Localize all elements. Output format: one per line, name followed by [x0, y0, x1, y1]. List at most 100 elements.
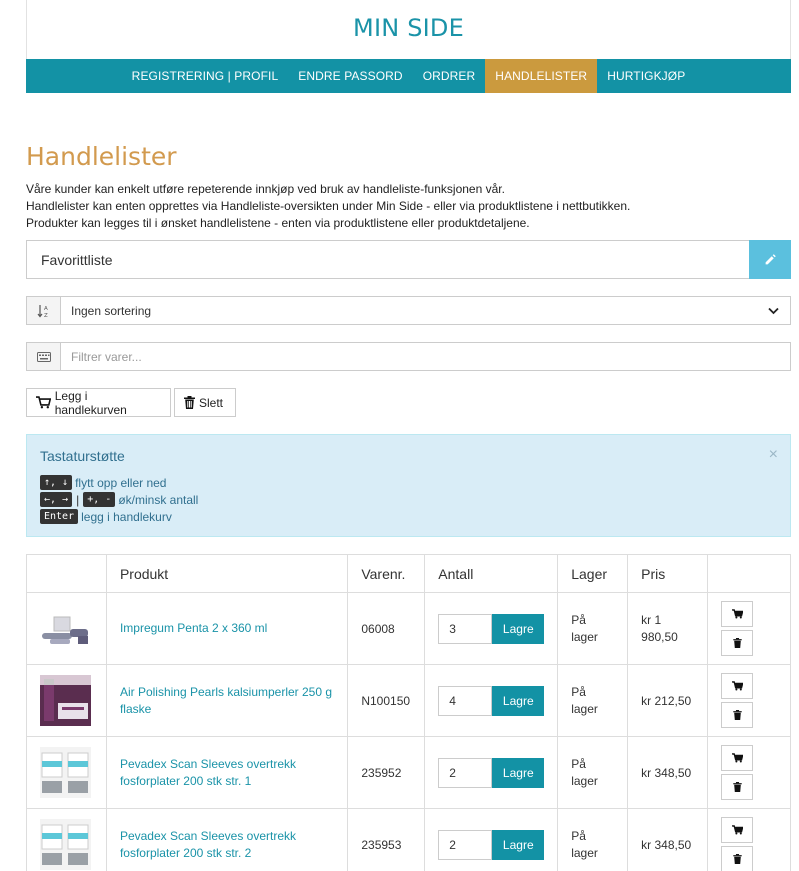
column-header-varenr: Varenr.	[347, 554, 426, 593]
key-enter: Enter	[40, 509, 79, 524]
cart-icon	[36, 396, 51, 409]
product-image-cell	[26, 592, 107, 665]
product-image-cell	[26, 808, 107, 871]
cart-icon	[731, 681, 743, 691]
row-add-to-cart-button[interactable]	[721, 601, 754, 627]
delete-button[interactable]: Slett	[174, 388, 236, 417]
product-price: kr 348,50	[627, 736, 709, 809]
product-link[interactable]: Air Polishing Pearls kalsiumperler 250 g…	[120, 684, 347, 718]
intro-line: Våre kunder kan enkelt utføre repeterend…	[26, 182, 505, 196]
trash-icon	[732, 710, 742, 720]
nav-item-hurtigkjop[interactable]: HURTIGKJØP	[597, 59, 695, 93]
table-row: Impregum Penta 2 x 360 ml 06008 3 Lagre …	[26, 592, 791, 665]
help-text: øk/minsk antall	[118, 492, 199, 507]
row-add-to-cart-button[interactable]	[721, 745, 754, 771]
table-header-row: Produkt Varenr. Antall Lager Pris	[26, 554, 791, 593]
save-quantity-button[interactable]: Lagre	[492, 685, 545, 716]
product-sku: 06008	[347, 592, 426, 665]
product-image-cell	[26, 736, 107, 809]
filter-input[interactable]	[61, 343, 790, 370]
intro-line: Produkter kan legges til i ønsket handle…	[26, 216, 530, 230]
product-link[interactable]: Pevadex Scan Sleeves overtrekk fosforpla…	[120, 756, 347, 790]
column-header	[707, 554, 791, 593]
intro-line: Handlelister kan enten opprettes via Han…	[26, 199, 631, 213]
trash-icon	[732, 638, 742, 648]
table-row: Pevadex Scan Sleeves overtrekk fosforpla…	[26, 736, 791, 809]
trash-icon	[732, 854, 742, 864]
product-link[interactable]: Pevadex Scan Sleeves overtrekk fosforpla…	[120, 828, 347, 862]
column-header-lager: Lager	[557, 554, 629, 593]
row-add-to-cart-button[interactable]	[721, 673, 754, 699]
trash-icon	[732, 782, 742, 792]
add-to-cart-button[interactable]: Legg i handlekurven	[26, 388, 171, 417]
row-delete-button[interactable]	[721, 702, 754, 728]
key-up-down: ↑, ↓	[40, 475, 73, 490]
product-price: kr 1 980,50	[641, 612, 678, 644]
list-name: Favorittliste	[41, 251, 113, 268]
trash-icon	[184, 396, 195, 409]
sort-select-value: Ingen sortering	[71, 303, 152, 318]
intro-text: Våre kunder kan enkelt utføre repeterend…	[26, 181, 630, 232]
filter-field	[26, 342, 791, 371]
product-image-cell	[26, 664, 107, 737]
nav-item-handlelister[interactable]: HANDLELISTER	[485, 59, 598, 93]
nav-item-endre-passord[interactable]: ENDRE PASSORD	[288, 59, 412, 93]
nav-item-ordrer[interactable]: ORDRER	[413, 59, 486, 93]
nav-item-profil[interactable]: REGISTRERING | PROFIL	[122, 59, 289, 93]
product-link[interactable]: Impregum Penta 2 x 360 ml	[120, 620, 347, 637]
stock-status: På lager	[571, 612, 598, 644]
product-price: kr 348,50	[627, 808, 709, 871]
save-quantity-button[interactable]: Lagre	[492, 757, 545, 788]
close-icon[interactable]: ×	[769, 446, 778, 464]
header: MIN SIDE	[26, 0, 791, 59]
keyboard-icon	[27, 343, 61, 370]
main-nav: REGISTRERING | PROFIL ENDRE PASSORD ORDR…	[26, 59, 791, 93]
save-quantity-button[interactable]: Lagre	[492, 613, 545, 644]
quantity-input[interactable]: 4	[438, 685, 493, 716]
table-row: Pevadex Scan Sleeves overtrekk fosforpla…	[26, 808, 791, 871]
product-image[interactable]	[40, 747, 91, 798]
quantity-group: 2 Lagre	[438, 757, 545, 788]
column-header	[26, 554, 107, 593]
save-quantity-button[interactable]: Lagre	[492, 829, 545, 860]
key-plus-minus: +, -	[83, 492, 116, 507]
product-table: Produkt Varenr. Antall Lager Pris Impreg…	[26, 554, 791, 871]
site-title: MIN SIDE	[353, 14, 464, 42]
quantity-group: 3 Lagre	[438, 613, 545, 644]
sort-select[interactable]: AZ Ingen sortering	[26, 296, 791, 325]
stock-status: På lager	[571, 756, 598, 788]
product-price: kr 212,50	[627, 664, 709, 737]
sort-alpha-icon: AZ	[27, 297, 61, 324]
row-delete-button[interactable]	[721, 846, 754, 871]
row-delete-button[interactable]	[721, 630, 754, 656]
product-image[interactable]	[40, 603, 91, 654]
stock-status: På lager	[571, 684, 598, 716]
quantity-group: 4 Lagre	[438, 685, 545, 716]
separator: |	[76, 492, 80, 507]
row-add-to-cart-button[interactable]	[721, 817, 754, 843]
add-to-cart-label: Legg i handlekurven	[54, 388, 127, 417]
product-image[interactable]	[40, 675, 91, 726]
edit-list-button[interactable]	[749, 240, 791, 279]
svg-text:A: A	[44, 306, 48, 312]
key-left-right: ←, →	[40, 492, 73, 507]
column-header-pris: Pris	[627, 554, 709, 593]
table-row: Air Polishing Pearls kalsiumperler 250 g…	[26, 664, 791, 737]
delete-label: Slett	[199, 395, 224, 410]
product-sku: N100150	[347, 664, 426, 737]
page-title: Handlelister	[26, 142, 177, 171]
stock-status: På lager	[571, 828, 598, 860]
product-sku: 235953	[347, 808, 426, 871]
quantity-group: 2 Lagre	[438, 829, 545, 860]
keyboard-help-alert: Tastaturstøtte × ↑, ↓ flytt opp eller ne…	[26, 434, 791, 537]
help-text: legg i handlekurv	[81, 509, 172, 524]
quantity-input[interactable]: 3	[438, 613, 493, 644]
row-delete-button[interactable]	[721, 774, 754, 800]
pencil-icon	[765, 254, 776, 265]
help-line-move: ↑, ↓ flytt opp eller ned	[40, 475, 166, 490]
svg-text:Z: Z	[44, 313, 48, 318]
quantity-input[interactable]: 2	[438, 829, 493, 860]
quantity-input[interactable]: 2	[438, 757, 493, 788]
product-image[interactable]	[40, 819, 91, 870]
help-text: flytt opp eller ned	[75, 475, 167, 490]
